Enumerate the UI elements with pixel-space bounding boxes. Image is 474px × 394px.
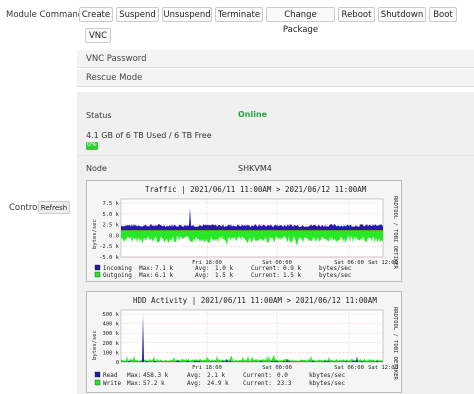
traffic-ytick-label: 5.0 k xyxy=(102,212,119,218)
legend-incoming-swatch xyxy=(94,264,101,271)
node-label: Node xyxy=(86,164,107,173)
hdd-xtick-label: Fri 18:00 xyxy=(192,365,222,371)
legend-read-current-label: Current: xyxy=(243,372,272,379)
hdd-xtick-label: Sat 00:00 xyxy=(262,365,292,371)
node-value: SHKVM4 xyxy=(238,164,272,173)
legend-read-max-label: Max: xyxy=(127,372,141,379)
terminate-button[interactable]: Terminate xyxy=(215,7,263,22)
traffic-graph-title: Traffic | 2021/06/11 11:00AM > 2021/06/1… xyxy=(145,185,367,194)
traffic-yticks: 7.5 k 5.0 k 2.5 k 0.0 -2.5 k -5.0 k xyxy=(99,201,120,261)
legend-write-avg-label: Avg: xyxy=(187,380,201,387)
separator xyxy=(77,155,474,156)
legend-read-current: 0.0 xyxy=(277,372,288,379)
suspend-button[interactable]: Suspend xyxy=(116,7,159,22)
unsuspend-button[interactable]: Unsuspend xyxy=(162,7,212,22)
hdd-yticks: 500 k 400 k 300 k 200 k 100 k 0 xyxy=(102,312,119,366)
legend-write-unit: kbytes/sec xyxy=(309,380,346,387)
refresh-button[interactable]: Refresh xyxy=(38,201,70,214)
shutdown-button[interactable]: Shutdown xyxy=(378,7,426,22)
hdd-xtick-label: Sat 12:00 xyxy=(368,365,398,371)
legend-outgoing-current: 1.5 k xyxy=(283,272,301,279)
legend-write-current: 23.3 xyxy=(277,380,292,387)
legend-outgoing-avg: 1.5 k xyxy=(215,272,233,279)
legend-incoming-current-label: Current: xyxy=(251,265,280,272)
legend-incoming-name: Incoming xyxy=(103,265,132,272)
legend-read-avg-label: Avg: xyxy=(187,372,201,379)
hdd-ytick-label: 300 k xyxy=(102,331,119,337)
hdd-ytick-label: 200 k xyxy=(102,341,119,347)
hdd-ytick-label: 400 k xyxy=(102,322,119,328)
disk-progress-label: 0% xyxy=(87,141,97,148)
disk-usage-text: 4.1 GB of 6 TB Used / 6 TB Free xyxy=(86,131,212,140)
legend-read-max: 458.3 k xyxy=(143,372,169,379)
legend-incoming-max: 7.1 k xyxy=(155,265,173,272)
reboot-button[interactable]: Reboot xyxy=(338,7,375,22)
module-commands-label: Module Commands xyxy=(6,10,88,20)
hdd-xtick-label: Sat 06:00 xyxy=(334,365,364,371)
hdd-ytick-label: 500 k xyxy=(102,312,119,318)
traffic-ylabel: bytes/sec xyxy=(92,219,98,249)
control-label: Control xyxy=(9,203,40,213)
legend-write-name: Write xyxy=(103,380,121,387)
change-package-button[interactable]: Change Package xyxy=(266,7,335,35)
legend-write-current-label: Current: xyxy=(243,380,272,387)
traffic-ytick-label: -2.5 k xyxy=(99,244,120,250)
hdd-xticks: Fri 18:00 Sat 00:00 Sat 06:00 Sat 12:00 xyxy=(192,365,398,371)
legend-incoming-current: 0.9 k xyxy=(283,265,301,272)
create-button[interactable]: Create xyxy=(79,7,113,22)
hdd-ytick-label: 100 k xyxy=(102,350,119,356)
vnc-button[interactable]: VNC xyxy=(85,28,111,43)
hdd-ylabel: bytes/sec xyxy=(92,330,98,360)
vnc-password-header[interactable]: VNC Password xyxy=(77,50,474,68)
traffic-graph: Traffic | 2021/06/11 11:00AM > 2021/06/1… xyxy=(86,180,402,282)
traffic-ytick-label: -5.0 k xyxy=(99,255,120,261)
traffic-ytick-label: 2.5 k xyxy=(102,223,119,229)
legend-incoming-avg-label: Avg: xyxy=(195,265,209,272)
legend-read-swatch xyxy=(94,371,101,378)
hdd-graph-title: HDD Activity | 2021/06/11 11:00AM > 2021… xyxy=(133,296,377,305)
legend-incoming-unit: bytes/sec xyxy=(319,265,352,272)
hdd-graph: HDD Activity | 2021/06/11 11:00AM > 2021… xyxy=(86,291,402,393)
rescue-mode-header[interactable]: Rescue Mode xyxy=(77,69,474,87)
legend-read-unit: kbytes/sec xyxy=(309,372,346,379)
traffic-ytick-label: 0.0 xyxy=(109,233,119,239)
hdd-plot-area xyxy=(120,309,384,363)
traffic-ytick-label: 7.5 k xyxy=(102,201,119,207)
status-label: Status xyxy=(86,111,112,120)
disk-progress-bar: 0% xyxy=(86,141,98,150)
legend-outgoing-current-label: Current: xyxy=(251,272,280,279)
hdd-ytick-label: 0 xyxy=(116,360,119,366)
legend-outgoing-swatch xyxy=(94,271,101,278)
status-value: Online xyxy=(238,110,268,119)
legend-read-avg: 2.1 k xyxy=(207,372,225,379)
legend-write-max-label: Max: xyxy=(127,380,141,387)
legend-write-avg: 24.9 k xyxy=(207,380,229,387)
legend-outgoing-max-label: Max: xyxy=(139,272,153,279)
legend-outgoing-name: Outgoing xyxy=(103,272,132,279)
legend-read-name: Read xyxy=(103,372,118,379)
legend-incoming-avg: 1.0 k xyxy=(215,265,233,272)
legend-outgoing-avg-label: Avg: xyxy=(195,272,209,279)
legend-write-swatch xyxy=(94,379,101,386)
legend-outgoing-max: 6.1 k xyxy=(155,272,173,279)
boot-button[interactable]: Boot xyxy=(429,7,457,22)
legend-outgoing-unit: bytes/sec xyxy=(319,272,352,279)
hdd-graph-svg: HDD Activity | 2021/06/11 11:00AM > 2021… xyxy=(92,296,398,387)
traffic-graph-svg: Traffic | 2021/06/11 11:00AM > 2021/06/1… xyxy=(92,185,398,279)
legend-incoming-max-label: Max: xyxy=(139,265,153,272)
traffic-side-text: RRDTOOL / TOBI OETIKER xyxy=(392,196,398,270)
traffic-xtick-label: Sat 12:00 xyxy=(368,260,398,266)
legend-write-max: 57.2 k xyxy=(143,380,165,387)
